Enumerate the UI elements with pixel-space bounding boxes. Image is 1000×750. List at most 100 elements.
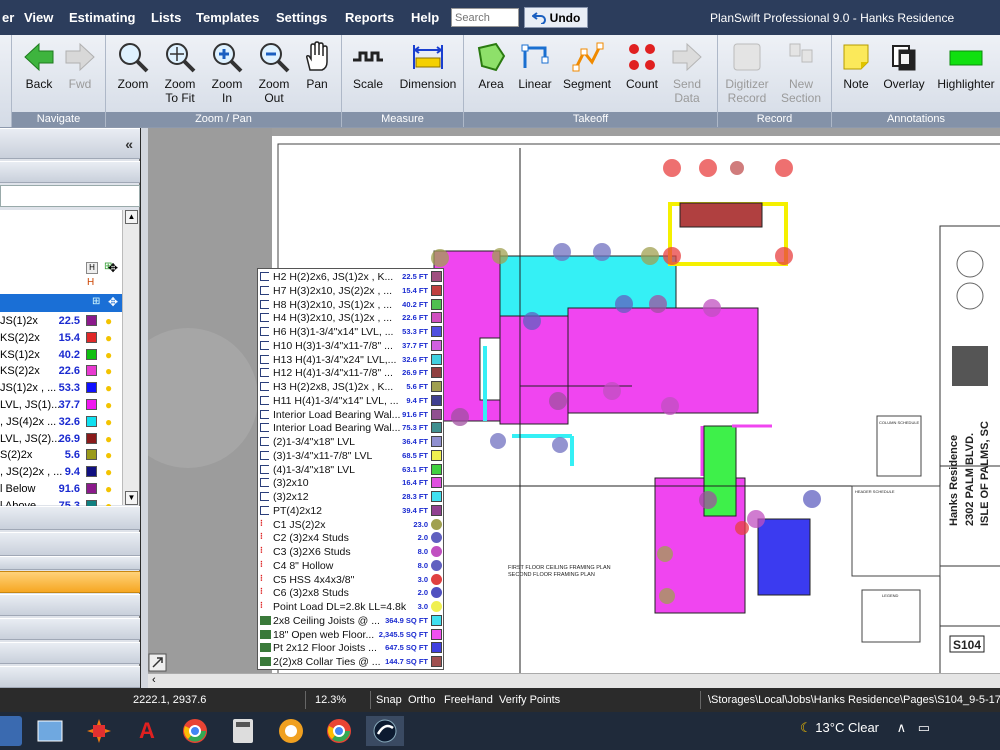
visibility-bulb-icon[interactable]: ●	[105, 314, 112, 328]
scroll-down-icon[interactable]: ▼	[125, 491, 138, 505]
takeoff-list-item[interactable]: JS(1)2x , ... 53.3 ●	[0, 379, 122, 397]
send-data-button[interactable]: Send Data	[662, 40, 712, 105]
menu-lists[interactable]: Lists	[151, 10, 181, 25]
panel-active-tab[interactable]	[0, 571, 140, 593]
network-icon[interactable]: ▭	[918, 720, 930, 735]
menu-help[interactable]: Help	[411, 10, 439, 25]
segment-button[interactable]: Segment	[558, 40, 616, 91]
legend-color-swatch	[431, 614, 442, 626]
legend-color-marker	[431, 573, 442, 585]
item-name: KS(2)2x	[0, 365, 40, 378]
zoom-fit-icon	[166, 43, 196, 73]
item-color-swatch[interactable]	[86, 331, 97, 343]
scroll-up-icon[interactable]: ▲	[125, 210, 138, 224]
visibility-bulb-icon[interactable]: ●	[105, 465, 112, 479]
ortho-toggle[interactable]: Ortho	[408, 694, 436, 706]
selected-row[interactable]: ⊞ ✥	[0, 294, 122, 312]
legend-color-swatch	[431, 656, 442, 667]
legend-item-name: H6 H(3)1-3/4"x14" LVL, ...	[273, 326, 394, 338]
takeoff-list-item[interactable]: , JS(2)2x , ... 9.4 ●	[0, 463, 122, 481]
panel-splitter[interactable]	[141, 128, 148, 688]
digitizer-record-button[interactable]: Digitizer Record	[720, 40, 774, 105]
menu-file[interactable]: er	[2, 10, 14, 25]
expand-corner-icon[interactable]	[148, 653, 168, 673]
planswift-taskbar-icon[interactable]	[366, 716, 404, 746]
visibility-bulb-icon[interactable]: ●	[105, 348, 112, 362]
menu-reports[interactable]: Reports	[345, 10, 394, 25]
linear-button[interactable]: Linear	[510, 40, 560, 91]
takeoff-list-item[interactable]: l Below 91.6 ●	[0, 480, 122, 498]
visibility-bulb-icon[interactable]: ●	[105, 331, 112, 345]
horizontal-scrollbar[interactable]: ‹	[148, 673, 1000, 688]
visibility-bulb-icon[interactable]: ●	[105, 415, 112, 429]
item-color-swatch[interactable]	[86, 483, 97, 494]
item-color-swatch[interactable]	[86, 415, 97, 427]
forward-button[interactable]: Fwd	[55, 40, 105, 91]
zoom-button[interactable]: Zoom	[108, 40, 158, 91]
note-button[interactable]: Note	[832, 40, 880, 91]
dimension-button[interactable]: Dimension	[394, 40, 462, 91]
takeoff-list-item[interactable]: KS(2)2x 15.4 ●	[0, 329, 122, 347]
takeoff-list-item[interactable]: , JS(4)2x ... 32.6 ●	[0, 413, 122, 431]
scale-button[interactable]: Scale	[343, 40, 393, 91]
zoom-to-fit-button[interactable]: Zoom To Fit	[155, 40, 205, 105]
item-color-swatch[interactable]	[86, 382, 97, 394]
app-icon-3[interactable]	[276, 716, 306, 746]
menu-estimating[interactable]: Estimating	[69, 10, 135, 25]
list-scrollbar[interactable]: ▲ ▼	[122, 210, 139, 505]
calculator-icon[interactable]	[228, 716, 258, 746]
window-app-icon	[37, 720, 63, 742]
mail-icon[interactable]	[0, 716, 22, 746]
takeoff-list-item[interactable]: LVL, JS(2)... 26.9 ●	[0, 430, 122, 448]
snap-toggle[interactable]: Snap	[376, 694, 402, 706]
pan-button[interactable]: Pan	[292, 40, 342, 91]
collapse-panel-button[interactable]: «	[125, 136, 133, 152]
menu-view[interactable]: View	[24, 10, 53, 25]
acrobat-icon[interactable]: A	[132, 716, 162, 746]
tray-expand-icon[interactable]: ∧	[897, 720, 907, 735]
visibility-bulb-icon[interactable]: ●	[105, 398, 112, 412]
takeoff-list-item[interactable]: S(2)2x 5.6 ●	[0, 446, 122, 464]
zoom-in-button[interactable]: Zoom In	[202, 40, 252, 105]
drawing-canvas[interactable]: FIRST FLOOR CEILING FRAMING PLAN SECOND …	[148, 128, 1000, 673]
new-section-button[interactable]: New Section	[776, 40, 826, 105]
count-item-icon: ⁝	[260, 545, 263, 555]
highlighter-button[interactable]: Highlighter	[933, 40, 999, 91]
chrome-icon[interactable]	[180, 716, 210, 746]
legend-item-quantity: 22.6 FT	[402, 313, 428, 323]
area-label: Area	[478, 77, 504, 91]
item-color-swatch[interactable]	[86, 449, 97, 461]
chrome-icon-2[interactable]	[324, 716, 354, 746]
item-color-swatch[interactable]	[86, 399, 97, 410]
item-color-swatch[interactable]	[86, 432, 97, 444]
takeoff-list-item[interactable]: JS(1)2x 22.5 ●	[0, 312, 122, 330]
undo-button[interactable]: Undo	[524, 7, 588, 28]
verify-points-toggle[interactable]: Verify Points	[499, 694, 560, 706]
visibility-bulb-icon[interactable]: ●	[105, 482, 112, 496]
visibility-bulb-icon[interactable]: ●	[105, 381, 112, 395]
area-item-icon	[260, 657, 271, 666]
legend-item-name: C3 (3)2X6 Studs	[273, 546, 351, 558]
item-color-swatch[interactable]	[86, 315, 97, 326]
area-button[interactable]: Area	[466, 40, 516, 91]
overlay-button[interactable]: Overlay	[880, 40, 928, 91]
takeoff-legend[interactable]: H2 H(2)2x6, JS(1)2x , K... 22.5 FT H7 H(3)…	[257, 268, 444, 670]
item-color-swatch[interactable]	[86, 466, 97, 478]
scroll-left-icon[interactable]: ‹	[152, 674, 156, 686]
item-color-swatch[interactable]	[86, 348, 97, 360]
search-input[interactable]	[451, 8, 519, 27]
takeoff-list-item[interactable]: KS(1)2x 40.2 ●	[0, 346, 122, 364]
visibility-bulb-icon[interactable]: ●	[105, 364, 112, 378]
freehand-toggle[interactable]: FreeHand	[444, 694, 493, 706]
visibility-bulb-icon[interactable]: ●	[105, 432, 112, 446]
menu-settings[interactable]: Settings	[276, 10, 327, 25]
app-icon-1[interactable]	[35, 716, 65, 746]
app-icon-2[interactable]	[84, 716, 114, 746]
menu-templates[interactable]: Templates	[196, 10, 259, 25]
takeoff-list-item[interactable]: LVL, JS(1)... 37.7 ●	[0, 396, 122, 414]
takeoff-list-item[interactable]: KS(2)2x 22.6 ●	[0, 362, 122, 380]
item-color-swatch[interactable]	[86, 365, 97, 377]
panel-filter-input[interactable]	[0, 185, 140, 207]
count-button[interactable]: Count	[617, 40, 667, 91]
visibility-bulb-icon[interactable]: ●	[105, 448, 112, 462]
